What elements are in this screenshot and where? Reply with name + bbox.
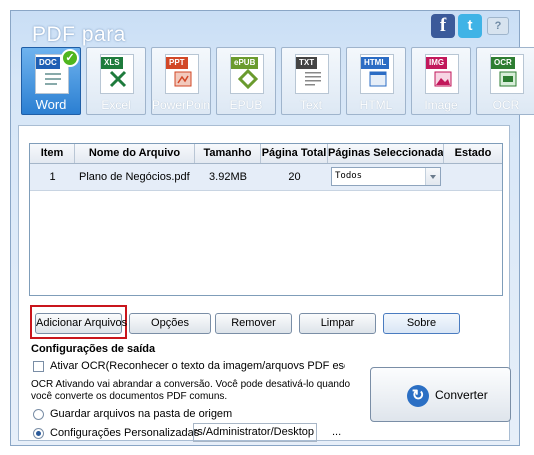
tab-text[interactable]: TXT Text	[281, 47, 341, 115]
selected-pages-dropdown[interactable]: Todos	[331, 167, 441, 186]
app-title: PDF para	[32, 23, 126, 46]
filetype-badge: IMG	[426, 57, 448, 69]
powerpoint-doc-icon: PPT	[165, 54, 199, 94]
image-doc-icon: IMG	[425, 54, 459, 94]
facebook-icon[interactable]: f	[431, 14, 455, 38]
save-source-label[interactable]: Guardar arquivos na pasta de origem	[50, 408, 232, 420]
filetype-badge: OCR	[491, 57, 515, 69]
ocr-doc-icon: OCR	[490, 54, 524, 94]
cell-pages: 20	[288, 171, 301, 183]
excel-doc-icon: XLS	[100, 54, 134, 94]
html-glyph-icon	[369, 71, 387, 87]
tab-powerpoint[interactable]: PPT PowerPoint	[151, 47, 211, 115]
tab-ocr[interactable]: OCR OCR	[476, 47, 534, 115]
column-header-name[interactable]: Nome do Arquivo	[75, 144, 195, 163]
check-icon: ✓	[61, 49, 79, 67]
excel-glyph-icon	[109, 70, 127, 88]
output-path-field[interactable]: C:/Users/Administrator/Desktop	[193, 423, 317, 442]
options-button[interactable]: Opções	[129, 313, 211, 334]
ocr-glyph-icon	[499, 71, 517, 87]
epub-doc-icon: ePUB	[230, 54, 264, 94]
column-header-state[interactable]: Estado	[444, 144, 502, 163]
about-button[interactable]: Sobre	[383, 313, 460, 334]
image-glyph-icon	[434, 71, 452, 87]
app-window: PDF para f t ? DOC ✓ Word XLS Excel PPT …	[10, 10, 534, 446]
tab-label: Text	[299, 98, 322, 112]
ocr-checkbox[interactable]	[33, 361, 44, 372]
convert-label: Converter	[435, 388, 488, 402]
epub-glyph-icon	[238, 69, 258, 89]
remove-button[interactable]: Remover	[215, 313, 292, 334]
powerpoint-glyph-icon	[174, 71, 192, 87]
filetype-badge: PPT	[166, 57, 188, 69]
browse-button[interactable]: ...	[332, 426, 341, 438]
tab-label: EPUB	[229, 98, 263, 112]
main-panel: Item Nome do Arquivo Tamanho Página Tota…	[18, 125, 511, 442]
add-files-button[interactable]: Adicionar Arquivos	[35, 313, 127, 334]
text-doc-icon: TXT	[295, 54, 329, 94]
tab-epub[interactable]: ePUB EPUB	[216, 47, 276, 115]
custom-settings-radio[interactable]	[33, 428, 44, 439]
filetype-badge: DOC	[36, 57, 60, 69]
chevron-down-icon[interactable]	[425, 168, 440, 185]
output-settings-title: Configurações de saída	[31, 343, 156, 355]
cell-item: 1	[49, 171, 56, 183]
twitter-icon[interactable]: t	[458, 14, 482, 38]
html-doc-icon: HTML	[360, 54, 394, 94]
table-header: Item Nome do Arquivo Tamanho Página Tota…	[30, 144, 502, 164]
convert-button[interactable]: ↻ Converter	[370, 367, 511, 422]
refresh-icon: ↻	[407, 385, 429, 407]
column-header-pages[interactable]: Página Total	[261, 144, 328, 163]
column-header-item[interactable]: Item	[30, 144, 75, 163]
tab-excel[interactable]: XLS Excel	[86, 47, 146, 115]
cell-size: 3.92MB	[209, 171, 247, 183]
word-glyph-icon	[45, 73, 61, 85]
table-row[interactable]: 1 Plano de Negócios.pdf 3.92MB 20 Todos	[30, 164, 502, 191]
column-header-selected-pages[interactable]: Páginas Seleccionadas	[328, 144, 444, 163]
tab-word[interactable]: DOC ✓ Word	[21, 47, 81, 115]
filetype-badge: TXT	[296, 57, 318, 69]
help-icon[interactable]: ?	[487, 17, 509, 35]
tab-image[interactable]: IMG Image	[411, 47, 471, 115]
file-table[interactable]: Item Nome do Arquivo Tamanho Página Tota…	[29, 143, 503, 296]
tab-label: Word	[35, 97, 67, 112]
text-glyph-icon	[305, 72, 321, 86]
custom-settings-label[interactable]: Configurações Personalizadas	[50, 427, 199, 439]
tab-label: PowerPoint	[152, 98, 210, 112]
selected-pages-value: Todos	[335, 171, 363, 181]
tab-html[interactable]: HTML HTML	[346, 47, 406, 115]
clear-button[interactable]: Limpar	[299, 313, 376, 334]
save-source-radio[interactable]	[33, 409, 44, 420]
cell-file-name: Plano de Negócios.pdf	[79, 171, 190, 183]
column-header-size[interactable]: Tamanho	[195, 144, 261, 163]
tab-label: Excel	[101, 98, 131, 112]
tab-label: HTML	[359, 98, 393, 112]
ocr-info-text: OCR Ativando vai abrandar a conversão. V…	[31, 379, 351, 402]
tab-label: OCR	[492, 98, 520, 112]
filetype-badge: ePUB	[231, 57, 259, 69]
tab-label: Image	[424, 98, 458, 112]
filetype-badge: XLS	[101, 57, 123, 69]
cell-state	[444, 164, 502, 190]
filetype-badge: HTML	[361, 57, 390, 69]
ocr-checkbox-label[interactable]: Ativar OCR(Reconhecer o texto da imagem/…	[50, 360, 345, 372]
